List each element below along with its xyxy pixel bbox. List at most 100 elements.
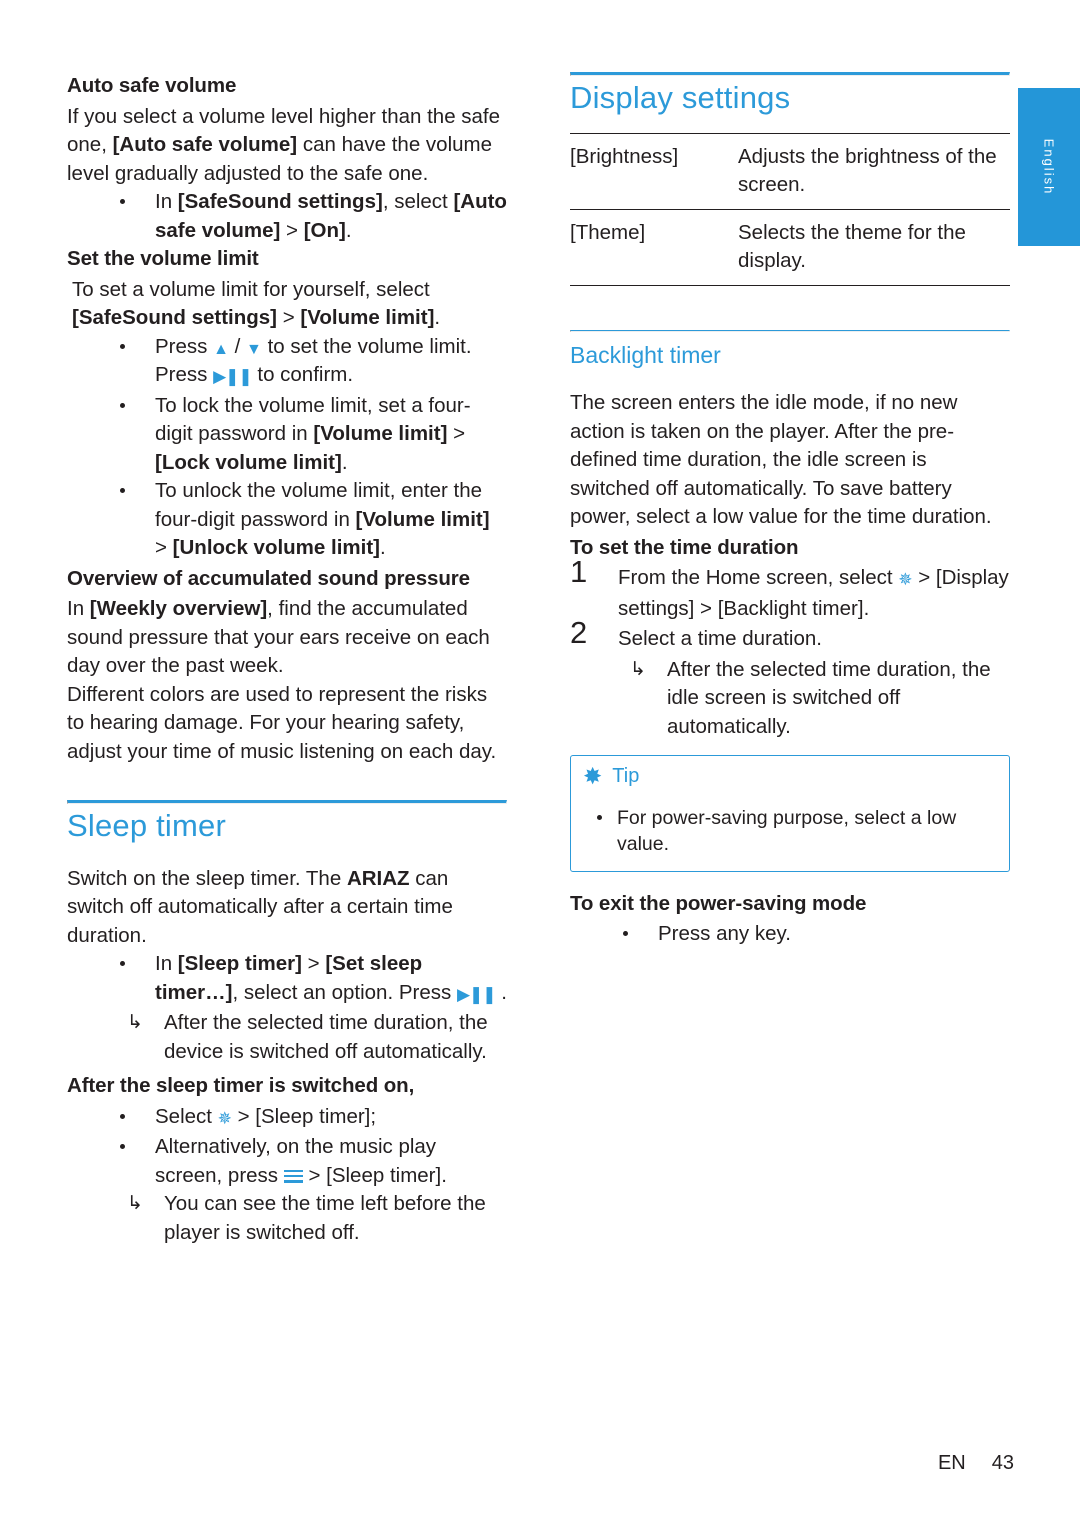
heading-set-volume-limit: Set the volume limit: [67, 247, 259, 270]
language-tab: English: [1018, 88, 1080, 246]
para-auto-safe-volume: If you select a volume level higher than…: [67, 103, 507, 189]
list-item: In [SafeSound settings], select [Auto sa…: [67, 188, 507, 245]
tip-text: For power-saving purpose, select a low v…: [617, 806, 957, 855]
subsection-title-backlight-timer: Backlight timer: [570, 341, 721, 368]
text-fragment: to confirm.: [251, 363, 354, 386]
list-item: 1 From the Home screen, select ✵ > [Displ…: [570, 556, 1010, 623]
ui-token: [Auto safe volume]: [112, 133, 298, 156]
text-fragment: >: [302, 1163, 327, 1187]
bullet-dot: [120, 343, 125, 349]
text-fragment: >: [231, 1104, 256, 1128]
text-fragment: Select: [155, 1104, 218, 1128]
settings-star-icon: ✵: [898, 570, 913, 589]
para-backlight-timer: The screen enters the idle mode, if no n…: [570, 391, 992, 528]
list-item: In [Sleep timer] > [Set sleep timer…], s…: [67, 950, 507, 1009]
left-column: Auto safe volume If you select a volume …: [67, 72, 507, 1247]
down-arrow-icon: ▼: [246, 340, 262, 358]
text-fragment: In: [67, 597, 90, 620]
bullet-dot: [120, 961, 125, 966]
tip-content: For power-saving purpose, select a low v…: [571, 795, 1009, 871]
text-fragment: You can see the time left before the pla…: [164, 1192, 486, 1244]
text-fragment: Select a time duration.: [618, 627, 822, 650]
bullet-dot: [120, 402, 125, 408]
ui-token: [Sleep timer]: [326, 1163, 442, 1187]
text-fragment: .: [341, 450, 348, 474]
setting-value: Selects the theme for the display.: [738, 209, 1010, 286]
arrow-list-sleep: ↳ After the selected time duration, the d…: [67, 1009, 507, 1066]
bullet-dot: [597, 814, 602, 820]
para-sleep-timer: Switch on the sleep timer. The ARIAZ can…: [67, 865, 507, 951]
page-footer: EN 43: [938, 1452, 1014, 1475]
text-fragment: In: [155, 952, 178, 975]
arrow-icon: ↳: [127, 1193, 143, 1214]
menu-icon: [283, 1169, 303, 1184]
text-fragment: >: [277, 306, 301, 329]
footer-language-code: EN: [937, 1452, 966, 1474]
text-fragment: ;: [370, 1104, 377, 1128]
text-fragment: .: [345, 218, 352, 242]
tip-box: ✸ Tip For power-saving purpose, select a…: [570, 755, 1010, 872]
footer-page-number: 43: [991, 1452, 1014, 1474]
text-fragment: .: [495, 980, 507, 1004]
text-fragment: Switch on the sleep timer. The: [67, 866, 347, 890]
text-fragment: To set a volume limit for yourself, sele…: [72, 277, 430, 301]
bullet-list-volume-limit: Press ▲ / ▼ to set the volume limit. Pre…: [67, 333, 507, 563]
bullet-dot: [623, 931, 628, 936]
list-item: Press any key.: [570, 920, 1010, 949]
para-set-volume-limit: To set a volume limit for yourself, sele…: [67, 276, 507, 333]
arrow-icon: ↳: [127, 1012, 143, 1033]
arrow-list-backlight: ↳ After the selected time duration, the i…: [570, 656, 1010, 742]
product-name: ARIAZ: [346, 866, 410, 890]
ui-token: [Volume limit]: [300, 306, 435, 329]
right-column: Display settings [Brightness] Adjusts th…: [570, 72, 1010, 949]
section-title-display-settings: Display settings: [570, 80, 791, 115]
setting-value: Adjusts the brightness of the screen.: [738, 132, 1010, 210]
tip-star-icon: ✸: [583, 762, 603, 789]
text-fragment: >: [694, 596, 718, 620]
text-fragment: .: [379, 536, 386, 559]
bullet-dot: [120, 1113, 125, 1119]
text-fragment: >: [447, 422, 466, 445]
text-fragment: After the selected time duration, the de…: [164, 1011, 488, 1063]
manual-page: English Auto safe volume If you select a…: [0, 0, 1080, 1527]
list-item: To lock the volume limit, set a four-dig…: [67, 392, 507, 478]
text-fragment: Press: [155, 334, 214, 358]
text-fragment: , select: [382, 190, 454, 213]
para-weekly-overview: In [Weekly overview], find the accumulat…: [67, 595, 507, 681]
heading-after-sleep-timer: After the sleep timer is switched on,: [67, 1074, 415, 1097]
text-fragment: /: [228, 334, 247, 358]
up-arrow-icon: ▲: [213, 340, 229, 358]
text-fragment: Press any key.: [658, 922, 791, 945]
ui-token: [Sleep timer]: [177, 952, 302, 975]
list-item: To unlock the volume limit, enter the fo…: [67, 477, 507, 563]
ui-token: [Volume limit]: [355, 507, 490, 531]
bullet-list-exit-power-saving: Press any key.: [570, 920, 1010, 949]
para-colors-risk: Different colors are used to represent t…: [67, 682, 497, 763]
table-row: [Brightness] Adjusts the brightness of t…: [570, 132, 1010, 210]
text-fragment: >: [301, 952, 326, 975]
list-item: Alternatively, on the music play screen,…: [67, 1133, 507, 1190]
bullet-dot: [120, 1144, 125, 1149]
steps-list-backlight: 1 From the Home screen, select ✵ > [Displ…: [570, 556, 1010, 654]
play-pause-icon: ▶❚❚: [213, 367, 253, 386]
text-fragment: From the Home screen, select: [618, 566, 899, 589]
bullet-dot: [120, 488, 125, 493]
arrow-list-after-sleep: ↳ You can see the time left before the pl…: [67, 1190, 507, 1247]
bullet-list-sleep: In [Sleep timer] > [Set sleep timer…], s…: [67, 950, 507, 1009]
ui-token: [SafeSound settings]: [72, 306, 278, 329]
heading-set-time-duration: To set the time duration: [570, 535, 799, 559]
list-item: ↳ You can see the time left before the pl…: [67, 1190, 507, 1247]
ui-token: [Sleep timer]: [255, 1104, 371, 1128]
list-item: Press ▲ / ▼ to set the volume limit. Pre…: [67, 333, 507, 392]
text-fragment: After the selected time duration, the id…: [667, 657, 991, 738]
text-fragment: >: [280, 218, 304, 242]
tip-label: Tip: [612, 765, 640, 787]
text-fragment: .: [863, 596, 870, 620]
step-number: 2: [570, 615, 588, 650]
ui-token: [Backlight timer]: [717, 596, 864, 620]
ui-token: [Lock volume limit]: [155, 450, 342, 474]
ui-token: [Unlock volume limit]: [172, 536, 380, 559]
text-fragment: .: [441, 1163, 447, 1187]
ui-token: [On]: [303, 218, 346, 242]
